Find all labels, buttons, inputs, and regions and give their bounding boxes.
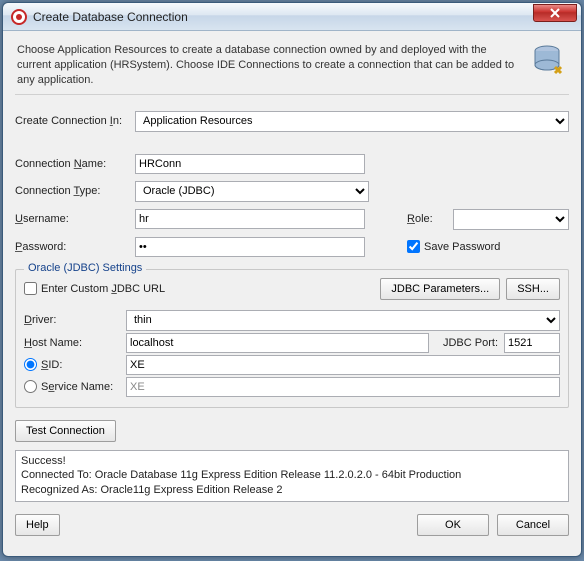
dialog-body: Choose Application Resources to create a… [3, 31, 581, 556]
result-line3: Recognized As: Oracle11g Express Edition… [21, 483, 563, 498]
sid-radio-label: SID: [41, 359, 62, 371]
conn-name-row: Connection Name: [15, 154, 569, 174]
close-button[interactable] [533, 4, 577, 22]
custom-url-label: Enter Custom JDBC URL [41, 283, 165, 295]
driver-label: Driver: [24, 314, 120, 326]
footer: Help OK Cancel [15, 514, 569, 536]
username-input[interactable] [135, 209, 365, 229]
test-result: Success! Connected To: Oracle Database 1… [15, 450, 569, 503]
jdbc-settings-title: Oracle (JDBC) Settings [24, 262, 146, 274]
conn-type-label: Connection Type: [15, 185, 129, 197]
service-row: Service Name: [24, 377, 560, 397]
custom-url-input[interactable] [24, 282, 37, 295]
role-label: Role: [407, 213, 447, 225]
dialog-title: Create Database Connection [33, 10, 533, 24]
custom-url-checkbox[interactable]: Enter Custom JDBC URL [24, 282, 165, 295]
role-select[interactable] [453, 209, 569, 230]
conn-type-select[interactable]: Oracle (JDBC) [135, 181, 369, 202]
database-icon [531, 43, 567, 79]
service-radio-label: Service Name: [41, 381, 113, 393]
save-password-input[interactable] [407, 240, 420, 253]
app-icon [11, 9, 27, 25]
username-row: Username: Role: [15, 209, 569, 230]
password-input[interactable] [135, 237, 365, 257]
save-password-label: Save Password [424, 241, 500, 253]
save-password-checkbox[interactable]: Save Password [407, 240, 500, 253]
dialog: Create Database Connection Choose Applic… [2, 2, 582, 557]
titlebar: Create Database Connection [3, 3, 581, 31]
ssh-button[interactable]: SSH... [506, 278, 560, 300]
intro-text: Choose Application Resources to create a… [17, 43, 523, 88]
sid-radio[interactable]: SID: [24, 358, 120, 371]
ok-button[interactable]: OK [417, 514, 489, 536]
port-label: JDBC Port: [443, 337, 498, 349]
conn-name-input[interactable] [135, 154, 365, 174]
conn-type-row: Connection Type: Oracle (JDBC) [15, 181, 569, 202]
host-label: Host Name: [24, 337, 120, 349]
driver-row: Driver: thin [24, 310, 560, 331]
service-radio-input[interactable] [24, 380, 37, 393]
password-row: Password: Save Password [15, 237, 569, 257]
service-input [126, 377, 560, 397]
result-line2: Connected To: Oracle Database 11g Expres… [21, 468, 563, 483]
sid-input[interactable] [126, 355, 560, 375]
password-label: Password: [15, 241, 129, 253]
test-connection-button[interactable]: Test Connection [15, 420, 116, 442]
test-row: Test Connection [15, 420, 569, 442]
create-in-row: Create Connection In: Application Resour… [15, 111, 569, 132]
host-input[interactable] [126, 333, 429, 353]
result-line1: Success! [21, 454, 563, 469]
conn-name-label: Connection Name: [15, 158, 129, 170]
intro-row: Choose Application Resources to create a… [15, 39, 569, 95]
cancel-button[interactable]: Cancel [497, 514, 569, 536]
port-input[interactable] [504, 333, 560, 353]
sid-radio-input[interactable] [24, 358, 37, 371]
create-in-label: Create Connection In: [15, 115, 129, 127]
create-in-select[interactable]: Application Resources [135, 111, 569, 132]
host-row: Host Name: JDBC Port: [24, 333, 560, 353]
help-button[interactable]: Help [15, 514, 60, 536]
jdbc-settings-group: Oracle (JDBC) Settings Enter Custom JDBC… [15, 269, 569, 408]
custom-url-row: Enter Custom JDBC URL JDBC Parameters...… [24, 278, 560, 300]
driver-select[interactable]: thin [126, 310, 560, 331]
username-label: Username: [15, 213, 129, 225]
sid-row: SID: [24, 355, 560, 375]
jdbc-params-button[interactable]: JDBC Parameters... [380, 278, 500, 300]
service-radio[interactable]: Service Name: [24, 380, 120, 393]
